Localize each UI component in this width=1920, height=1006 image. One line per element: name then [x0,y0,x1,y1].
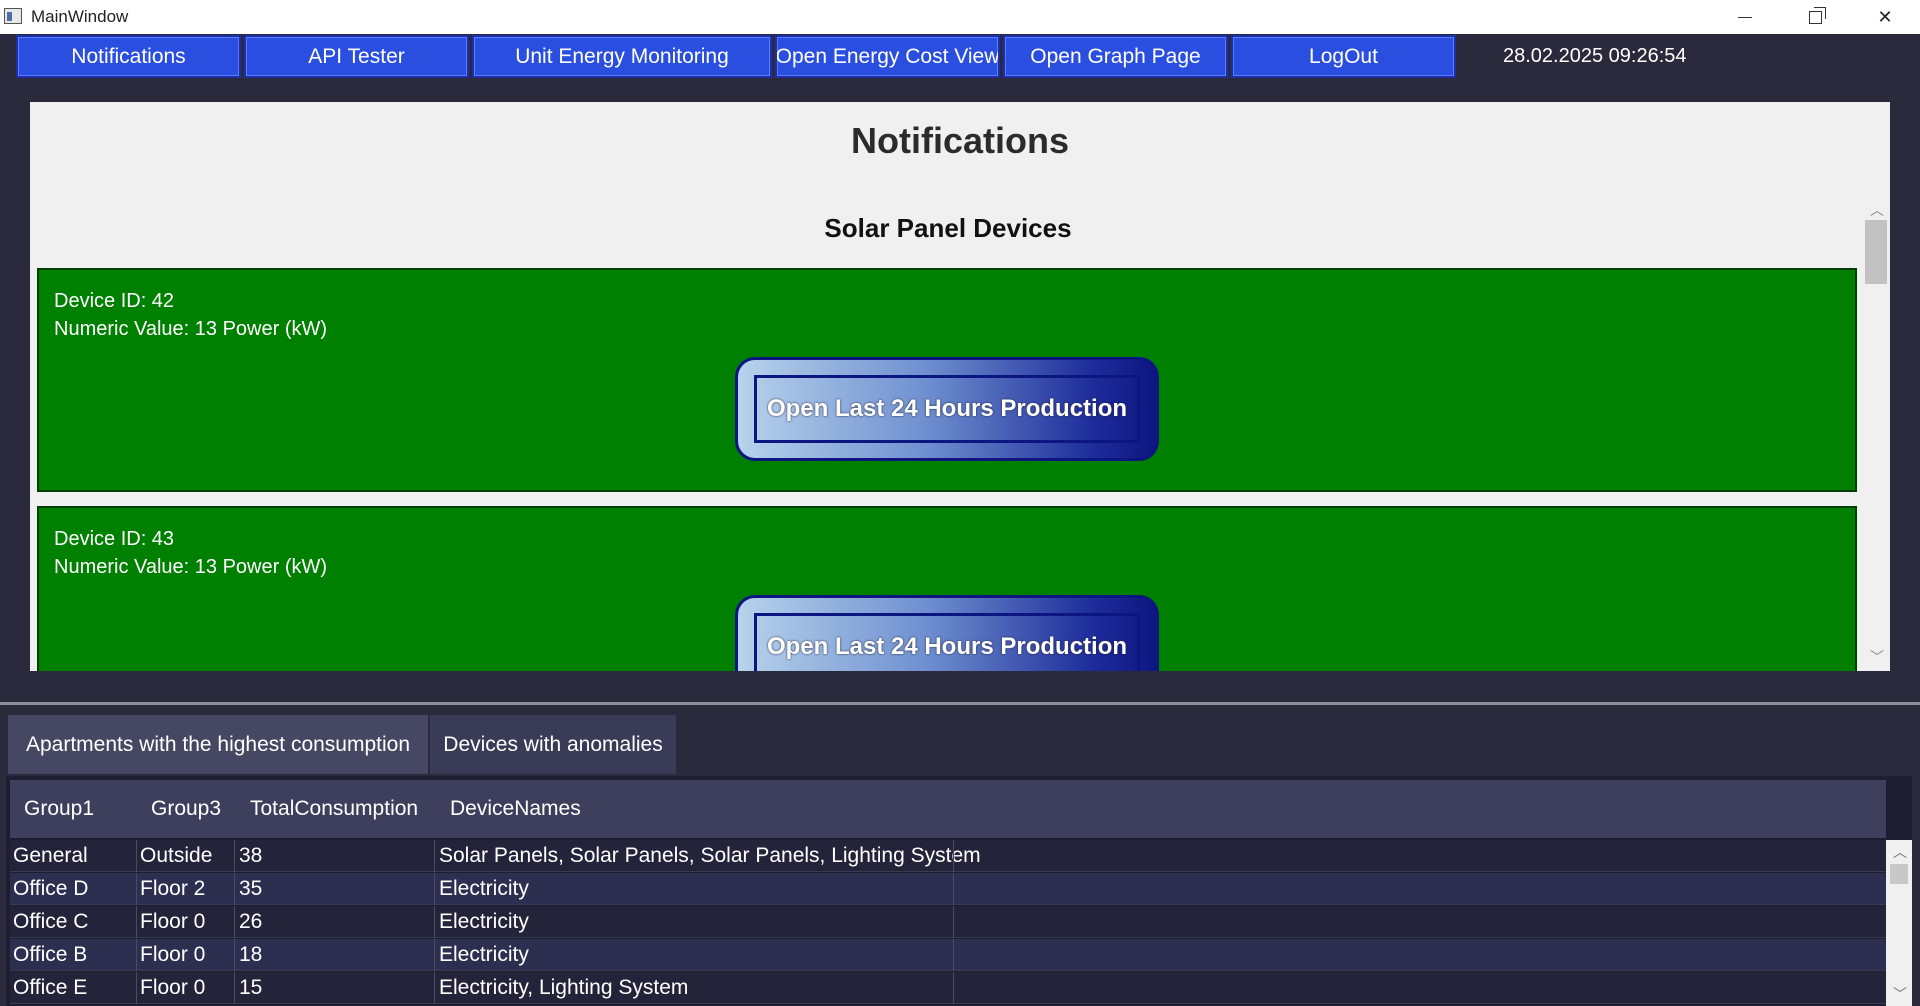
cell-group1: General [13,844,88,867]
cell-devicenames: Electricity, Lighting System [439,976,689,999]
logout-button[interactable]: LogOut [1231,35,1456,78]
current-datetime: 28.02.2025 09:26:54 [1503,45,1687,67]
consumption-table: Group1 Group3 TotalConsumption DeviceNam… [6,776,1912,1006]
column-separator [434,939,435,971]
open-graph-page-button[interactable]: Open Graph Page [1003,35,1228,78]
column-separator [434,906,435,938]
column-header-totalconsumption[interactable]: TotalConsumption [250,797,418,821]
table-row[interactable]: Office E Floor 0 15 Electricity, Lightin… [10,972,1886,1004]
section-title: Solar Panel Devices [824,213,1072,243]
table-scrollbar[interactable]: ︿ ﹀ [1886,840,1912,1006]
table-row[interactable]: General Outside 38 Solar Panels, Solar P… [10,840,1886,872]
window-title: MainWindow [31,7,129,26]
scroll-thumb[interactable] [1890,864,1908,884]
device-id: Device ID: 42 [54,290,175,312]
production-button-label: Open Last 24 Hours Production [754,375,1140,443]
cell-group3: Floor 2 [140,877,206,900]
device-card: Device ID: 42 Numeric Value: 13 Power (k… [37,268,1857,492]
device-numeric-value: Numeric Value: 13 Power (kW) [54,556,328,578]
cell-totalconsumption: 26 [239,910,263,933]
cell-group1: Office B [13,943,88,966]
cell-devicenames: Solar Panels, Solar Panels, Solar Panels… [439,844,981,867]
tab-devices-with-anomalies[interactable]: Devices with anomalies [430,715,676,774]
column-header-devicenames[interactable]: DeviceNames [450,797,581,821]
cell-group3: Floor 0 [140,910,206,933]
cell-totalconsumption: 18 [239,943,263,966]
scroll-down-icon[interactable]: ﹀ [1893,984,1907,1004]
cell-totalconsumption: 15 [239,976,263,999]
device-card: Device ID: 43 Numeric Value: 13 Power (k… [37,506,1857,671]
open-last-24-hours-production-button[interactable]: Open Last 24 Hours Production [735,595,1159,671]
column-separator [434,873,435,905]
cell-devicenames: Electricity [439,877,529,900]
column-separator [953,906,954,938]
page-title: Notifications [850,120,1069,161]
scroll-thumb[interactable] [1865,220,1887,284]
cell-devicenames: Electricity [439,943,529,966]
app-icon [4,8,22,24]
api-tester-button[interactable]: API Tester [244,35,469,78]
scroll-down-icon[interactable]: ﹀ [1870,647,1884,667]
close-icon: ✕ [1877,6,1893,27]
cell-group1: Office E [13,976,88,999]
column-separator [136,840,137,872]
cell-devicenames: Electricity [439,910,529,933]
close-button[interactable]: ✕ [1850,0,1920,34]
column-separator [136,939,137,971]
column-separator [234,906,235,938]
scroll-up-icon[interactable]: ︿ [1870,200,1884,220]
minimize-button[interactable] [1710,0,1780,34]
notifications-button[interactable]: Notifications [16,35,241,78]
scroll-up-icon[interactable]: ︿ [1893,842,1907,862]
tab-highest-consumption[interactable]: Apartments with the highest consumption [8,715,428,774]
column-separator [136,972,137,1004]
device-id: Device ID: 43 [54,528,175,550]
column-separator [234,939,235,971]
column-separator [953,873,954,905]
cell-totalconsumption: 38 [239,844,263,867]
unit-energy-monitoring-button[interactable]: Unit Energy Monitoring [472,35,772,78]
table-header: Group1 Group3 TotalConsumption DeviceNam… [10,780,1886,838]
notifications-scrollbar[interactable]: ︿ ﹀ [1862,200,1890,671]
column-separator [136,873,137,905]
cell-group3: Floor 0 [140,976,206,999]
column-separator [953,972,954,1004]
notifications-panel: Notifications Solar Panel Devices Device… [30,102,1890,671]
table-row[interactable]: Office C Floor 0 26 Electricity [10,906,1886,938]
table-row[interactable]: Office D Floor 2 35 Electricity [10,873,1886,905]
open-energy-cost-view-button[interactable]: Open Energy Cost View [775,35,1000,78]
cell-group3: Floor 0 [140,943,206,966]
cell-group3: Outside [140,844,213,867]
minimize-icon [1738,16,1752,18]
column-header-group1[interactable]: Group1 [24,797,94,821]
column-separator [434,972,435,1004]
cell-totalconsumption: 35 [239,877,263,900]
column-separator [434,840,435,872]
column-separator [136,906,137,938]
restore-icon [1808,6,1826,24]
title-bar: MainWindow ✕ [0,0,1920,34]
column-separator [234,972,235,1004]
panel-splitter[interactable] [0,702,1920,705]
column-separator [953,939,954,971]
column-header-group3[interactable]: Group3 [151,797,221,821]
device-numeric-value: Numeric Value: 13 Power (kW) [54,318,328,340]
production-button-label: Open Last 24 Hours Production [754,613,1140,671]
column-separator [234,873,235,905]
cell-group1: Office C [13,910,89,933]
column-separator [234,840,235,872]
cell-group1: Office D [13,877,89,900]
open-last-24-hours-production-button[interactable]: Open Last 24 Hours Production [735,357,1159,461]
column-separator [953,840,954,872]
table-row[interactable]: Office B Floor 0 18 Electricity [10,939,1886,971]
restore-button[interactable] [1780,0,1850,34]
top-nav: Notifications API Tester Unit Energy Mon… [0,34,1920,82]
